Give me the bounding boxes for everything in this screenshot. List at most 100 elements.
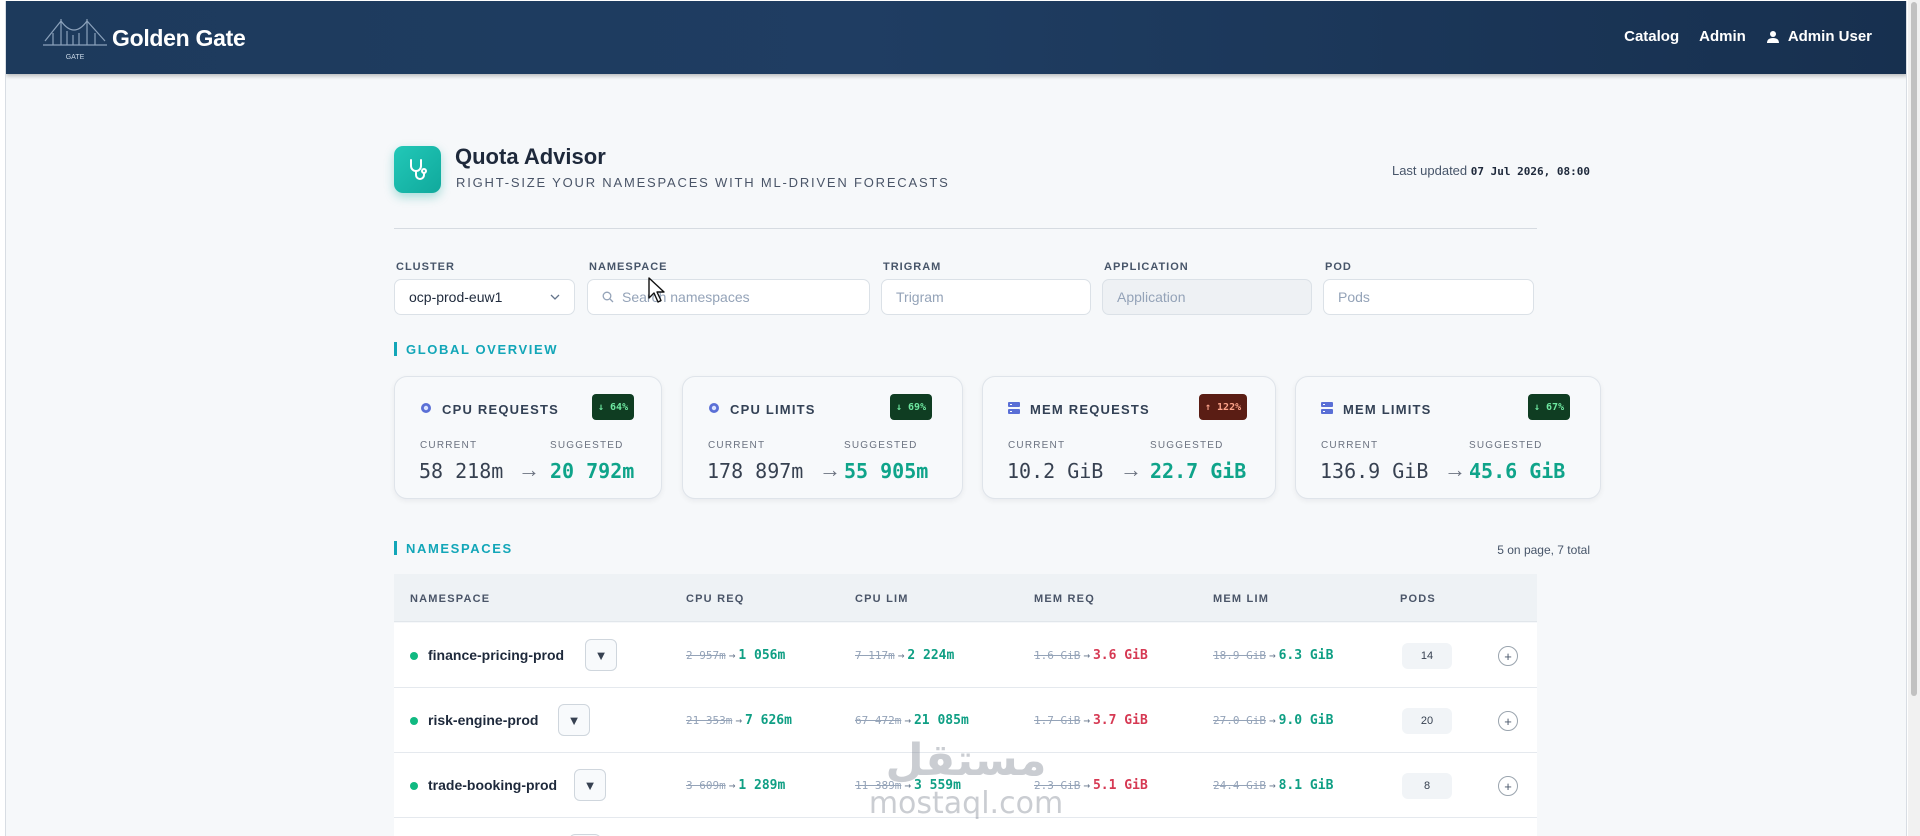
column-header-mem-req[interactable]: MEM REQ <box>1034 593 1095 605</box>
namespace-label: NAMESPACE <box>589 261 668 273</box>
memory-icon <box>1008 402 1020 414</box>
cluster-select[interactable]: ocp-prod-euw1 <box>394 279 575 315</box>
column-header-namespace[interactable]: NAMESPACE <box>410 593 490 605</box>
column-header-cpu-lim[interactable]: CPU LIM <box>855 593 909 605</box>
namespaces-table <box>394 574 1537 622</box>
change-badge: ↓ 69% <box>890 394 933 420</box>
cpu-icon <box>421 403 431 413</box>
arrow-right-icon: → <box>1444 457 1466 482</box>
stethoscope-icon <box>394 146 441 193</box>
card-title: MEM LIMITS <box>1343 402 1432 417</box>
mem-req-cell: 1.7 GiB → 3.7 GiB <box>1034 713 1148 728</box>
new-value: 3.6 GiB <box>1092 648 1148 663</box>
nav-admin-link[interactable]: Admin <box>1699 28 1746 45</box>
old-value: 1.7 GiB <box>1034 714 1081 727</box>
trigram-label: TRIGRAM <box>883 261 942 273</box>
cpu-req-cell: 2 957m → 1 056m <box>686 648 786 663</box>
new-value: 1 056m <box>738 648 786 663</box>
suggested-value: 45.6 GiB <box>1469 459 1566 483</box>
card-title: MEM REQUESTS <box>1030 402 1150 417</box>
expand-dropdown-button[interactable]: ▼ <box>574 769 606 801</box>
vertical-scrollbar[interactable] <box>1908 0 1920 836</box>
pod-input[interactable]: Pods <box>1323 279 1534 315</box>
suggested-value: 55 905m <box>844 459 929 483</box>
chevron-down-icon <box>550 294 560 300</box>
add-icon[interactable]: + <box>1498 646 1518 666</box>
application-input[interactable]: Application <box>1102 279 1312 315</box>
app-window: GATE Golden Gate Catalog Admin Admin Use… <box>5 1 1907 836</box>
status-dot <box>410 652 418 660</box>
expand-dropdown-button[interactable]: ▼ <box>585 639 617 671</box>
column-header-pods[interactable]: PODS <box>1400 593 1436 605</box>
current-label: CURRENT <box>420 440 478 451</box>
pods-count: 8 <box>1402 773 1452 799</box>
golden-gate-bridge-logo[interactable]: GATE <box>43 13 107 63</box>
nav-catalog-link[interactable]: Catalog <box>1624 28 1679 45</box>
user-menu[interactable]: Admin User <box>1766 28 1872 45</box>
old-value: 1.6 GiB <box>1034 649 1081 662</box>
expand-dropdown-button[interactable]: ▼ <box>558 704 590 736</box>
status-dot <box>410 717 418 725</box>
suggested-value: 20 792m <box>550 459 635 483</box>
last-updated: Last updated 07 Jul 2026, 08:00 <box>1392 163 1590 178</box>
mem-lim-cell: 24.4 GiB → 8.1 GiB <box>1213 778 1334 793</box>
change-badge: ↑ 122% <box>1199 394 1248 420</box>
namespace-name[interactable]: risk-engine-prod <box>428 712 538 728</box>
scrollbar-thumb[interactable] <box>1911 2 1917 696</box>
suggested-label: SUGGESTED <box>1150 440 1224 451</box>
new-value: 21 085m <box>913 713 969 728</box>
mem-lim-cell: 18.9 GiB → 6.3 GiB <box>1213 648 1334 663</box>
status-dot <box>410 782 418 790</box>
arrow-right-icon: → <box>518 457 540 482</box>
new-value: 9.0 GiB <box>1278 713 1334 728</box>
card-title: CPU LIMITS <box>730 402 816 417</box>
cpu-requests-card: CPU REQUESTS ↓ 64% CURRENT SUGGESTED 58 … <box>394 376 662 499</box>
column-header-cpu-req[interactable]: CPU REQ <box>686 593 745 605</box>
brand-title[interactable]: Golden Gate <box>112 25 246 52</box>
cpu-lim-cell: 67 472m → 21 085m <box>855 713 969 728</box>
namespace-search-input[interactable]: Search namespaces <box>622 289 750 305</box>
mem-limits-card: MEM LIMITS ↓ 67% CURRENT SUGGESTED 136.9… <box>1295 376 1601 499</box>
namespace-search-field[interactable]: Search namespaces <box>587 279 870 315</box>
page-title: Quota Advisor <box>455 144 606 169</box>
suggested-label: SUGGESTED <box>844 440 918 451</box>
add-icon[interactable]: + <box>1498 776 1518 796</box>
cpu-limits-card: CPU LIMITS ↓ 69% CURRENT SUGGESTED 178 8… <box>682 376 963 499</box>
old-value: 2 957m <box>686 649 726 662</box>
pods-count: 14 <box>1402 643 1452 669</box>
current-label: CURRENT <box>708 440 766 451</box>
card-title: CPU REQUESTS <box>442 402 559 417</box>
old-value: 2.3 GiB <box>1034 779 1081 792</box>
old-value: 67 472m <box>855 714 902 727</box>
namespace-name[interactable]: finance-pricing-prod <box>428 647 564 663</box>
trigram-input[interactable]: Trigram <box>881 279 1091 315</box>
global-overview-title: GLOBAL OVERVIEW <box>394 342 558 357</box>
old-value: 27.0 GiB <box>1213 714 1266 727</box>
table-row[interactable]: risk-engine-prod ▼ 21 353m → 7 626m 67 472… <box>394 688 1537 753</box>
table-row[interactable] <box>394 818 1537 836</box>
old-value: 3 609m <box>686 779 726 792</box>
arrow-right-icon: → <box>819 457 841 482</box>
table-row[interactable]: finance-pricing-prod ▼ 2 957m → 1 056m 7 1… <box>394 623 1537 688</box>
mem-req-cell: 2.3 GiB → 5.1 GiB <box>1034 778 1148 793</box>
current-label: CURRENT <box>1321 440 1379 451</box>
cluster-value: ocp-prod-euw1 <box>409 289 503 305</box>
change-badge: ↓ 64% <box>592 394 635 420</box>
table-row[interactable]: trade-booking-prod ▼ 3 609m → 1 289m 11 38… <box>394 753 1537 818</box>
cpu-lim-cell: 11 389m → 3 559m <box>855 778 961 793</box>
suggested-label: SUGGESTED <box>1469 440 1543 451</box>
mem-lim-cell: 27.0 GiB → 9.0 GiB <box>1213 713 1334 728</box>
page-subtitle: RIGHT-SIZE YOUR NAMESPACES WITH ML-DRIVE… <box>456 175 950 190</box>
add-icon[interactable]: + <box>1498 711 1518 731</box>
new-value: 2 224m <box>907 648 955 663</box>
new-value: 7 626m <box>744 713 792 728</box>
last-updated-value: 07 Jul 2026, 08:00 <box>1470 165 1590 178</box>
top-navbar: GATE Golden Gate Catalog Admin Admin Use… <box>6 1 1906 74</box>
cpu-req-cell: 3 609m → 1 289m <box>686 778 786 793</box>
namespace-name[interactable]: trade-booking-prod <box>428 777 557 793</box>
application-label: APPLICATION <box>1104 261 1189 273</box>
column-header-mem-lim[interactable]: MEM LIM <box>1213 593 1269 605</box>
new-value: 5.1 GiB <box>1092 778 1148 793</box>
top-nav: Catalog Admin Admin User <box>1624 28 1872 45</box>
suggested-label: SUGGESTED <box>550 440 624 451</box>
